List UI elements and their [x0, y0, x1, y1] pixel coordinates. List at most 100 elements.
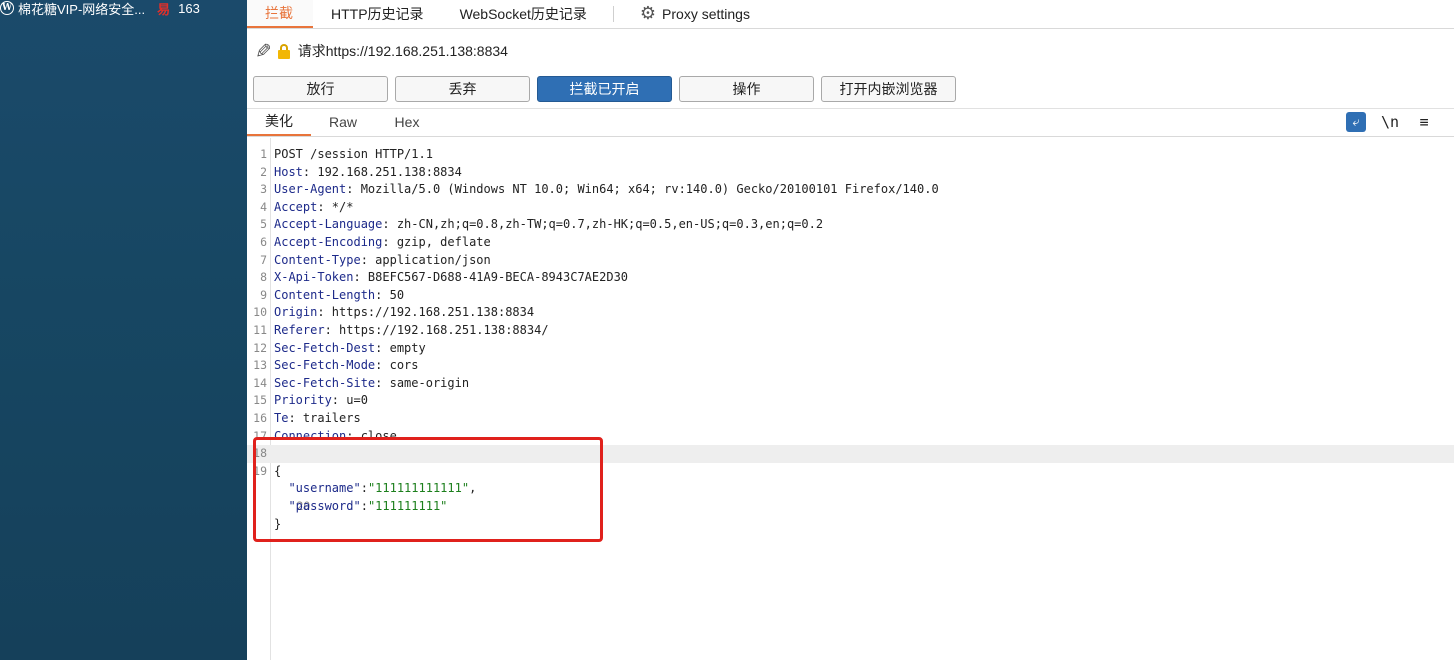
code-line: } — [247, 516, 1454, 534]
header-name: X-Api-Token — [274, 270, 354, 285]
taskbar-item-label: 163 — [178, 0, 200, 16]
show-newlines-icon[interactable]: \n — [1380, 112, 1400, 132]
action-button[interactable]: 操作 — [679, 76, 814, 102]
line-code: Content-Type: application/json — [274, 252, 491, 267]
line-number: 3 — [260, 182, 267, 197]
line-number: 14 — [253, 375, 267, 390]
header-name: Sec-Fetch-Site — [274, 375, 376, 390]
header-name: Priority — [274, 393, 332, 408]
forward-button[interactable]: 放行 — [253, 76, 388, 102]
tab-http-history[interactable]: HTTP历史记录 — [313, 0, 442, 28]
line-code: Priority: u=0 — [274, 393, 368, 408]
line-number: 1 — [260, 147, 267, 161]
line-code: Sec-Fetch-Site: same-origin — [274, 375, 470, 390]
burp-proxy-window: 拦截 HTTP历史记录 WebSocket历史记录 ⚙ Proxy settin… — [247, 0, 1454, 660]
request-url: 请求https://192.168.251.138:8834 — [297, 43, 508, 59]
line-number: 8 — [260, 270, 267, 285]
line-number: 7 — [260, 252, 267, 267]
line-code: X-Api-Token: B8EFC567-D688-41A9-BECA-894… — [274, 270, 629, 285]
header-name: Accept-Language — [274, 217, 383, 232]
line-number: 6 — [260, 235, 267, 249]
code-line: 5 Accept-Language: zh-CN,zh;q=0.8,zh-TW;q… — [247, 216, 1454, 234]
header-name: Te — [274, 411, 289, 425]
tab-proxy-settings[interactable]: ⚙ Proxy settings — [622, 0, 768, 28]
header-name: User-Agent — [274, 182, 347, 197]
line-number: 19 — [253, 463, 267, 478]
netease-icon: 易 — [157, 1, 171, 17]
wordpress-icon: W — [0, 1, 14, 15]
wrap-lines-icon[interactable]: ⤶ — [1346, 112, 1366, 132]
code-line: 4 Accept: */* — [247, 199, 1454, 217]
code-line: 17 Connection: close — [247, 428, 1454, 446]
code-line: 2 Host: 192.168.251.138:8834 — [247, 164, 1454, 182]
code-line: 14 Sec-Fetch-Site: same-origin — [247, 375, 1454, 393]
header-name: Sec-Fetch-Dest — [274, 340, 376, 355]
line-code: Content-Length: 50 — [274, 287, 405, 302]
line-number: 11 — [253, 323, 267, 337]
code-line: 18 — [247, 445, 1454, 463]
taskbar-item-label: 棉花糖VIP-网络安全... — [18, 1, 146, 17]
intercept-toggle-button[interactable]: 拦截已开启 — [537, 76, 672, 102]
code-line: 8 X-Api-Token: B8EFC567-D688-41A9-BECA-89… — [247, 269, 1454, 287]
line-number: 10 — [253, 305, 267, 320]
tab-websocket-history[interactable]: WebSocket历史记录 — [442, 0, 605, 28]
line-code: Sec-Fetch-Mode: cors — [274, 358, 419, 373]
message-view-tabs: 美化 Raw Hex ⤶ \n ≡ — [247, 108, 1454, 137]
header-name: Content-Length — [274, 287, 376, 302]
proxy-tabs: 拦截 HTTP历史记录 WebSocket历史记录 ⚙ Proxy settin… — [247, 0, 1454, 29]
code-line: 3 User-Agent: Mozilla/5.0 (Windows NT 10.… — [247, 181, 1454, 199]
header-name: Referer — [274, 323, 325, 337]
line-code: Host: 192.168.251.138:8834 — [274, 164, 462, 179]
edit-pencil-icon[interactable]: ✎ — [255, 39, 272, 64]
line-number: 4 — [260, 199, 267, 214]
drop-button[interactable]: 丢弃 — [395, 76, 530, 102]
header-name: Connection — [274, 428, 347, 443]
line-number: 15 — [253, 393, 267, 408]
lock-icon — [277, 44, 290, 59]
open-browser-button[interactable]: 打开内嵌浏览器 — [821, 76, 956, 102]
line-number: 13 — [253, 358, 267, 373]
tab-intercept[interactable]: 拦截 — [247, 0, 313, 28]
line-code: POST /session HTTP/1.1 — [274, 147, 433, 161]
code-line: 12 Sec-Fetch-Dest: empty — [247, 340, 1454, 358]
header-name: Host — [274, 164, 303, 179]
code-line: 13 Sec-Fetch-Mode: cors — [247, 357, 1454, 375]
line-number: 9 — [260, 287, 267, 302]
code-line: 11 Referer: https://192.168.251.138:8834/ — [247, 322, 1454, 340]
request-editor[interactable]: 1 POST /session HTTP/1.1 2 Host: 192.168.25… — [247, 138, 1454, 660]
line-number: 2 — [260, 164, 267, 179]
line-code: Accept-Encoding: gzip, deflate — [274, 235, 491, 249]
taskbar-item-wordpress[interactable]: W 棉花糖VIP-网络安全... — [0, 0, 145, 16]
header-name: Accept — [274, 199, 318, 214]
tab-hex[interactable]: Hex — [375, 108, 439, 136]
line-number: 16 — [253, 411, 267, 425]
tab-pretty[interactable]: 美化 — [247, 108, 311, 136]
desktop-background: W 棉花糖VIP-网络安全... 易 163 — [0, 0, 247, 660]
header-name: Sec-Fetch-Mode — [274, 358, 376, 373]
line-code: Sec-Fetch-Dest: empty — [274, 340, 426, 355]
line-code: Referer: https://192.168.251.138:8834/ — [274, 323, 549, 337]
line-number: 5 — [260, 217, 267, 232]
tab-raw[interactable]: Raw — [311, 108, 375, 136]
taskbar: W 棉花糖VIP-网络安全... 易 163 — [0, 0, 247, 16]
header-name: Accept-Encoding — [274, 235, 383, 249]
line-code: "password":"111111111" — [288, 499, 448, 513]
code-line: 15 Priority: u=0 — [247, 392, 1454, 410]
code-line: 10 Origin: https://192.168.251.138:8834 — [247, 304, 1454, 322]
code-line: 6 Accept-Encoding: gzip, deflate — [247, 234, 1454, 252]
tab-divider — [612, 6, 614, 22]
intercept-actions: 放行 丢弃 拦截已开启 操作 打开内嵌浏览器 — [247, 73, 1454, 105]
line-number: 17 — [253, 428, 267, 443]
header-name: Origin — [274, 305, 318, 320]
line-code: User-Agent: Mozilla/5.0 (Windows NT 10.0… — [274, 182, 939, 197]
line-code: Te: trailers — [274, 411, 361, 425]
line-code: Accept-Language: zh-CN,zh;q=0.8,zh-TW;q=… — [274, 217, 824, 232]
code-line: 9 Content-Length: 50 — [247, 287, 1454, 305]
taskbar-item-163[interactable]: 易 163 — [157, 0, 200, 17]
line-code: } — [274, 516, 282, 531]
tab-label: Proxy settings — [662, 5, 750, 22]
menu-icon[interactable]: ≡ — [1414, 112, 1434, 132]
editor-tools: ⤶ \n ≡ — [1346, 112, 1434, 132]
line-number: 18 — [253, 446, 267, 461]
line-number: 12 — [253, 340, 267, 355]
